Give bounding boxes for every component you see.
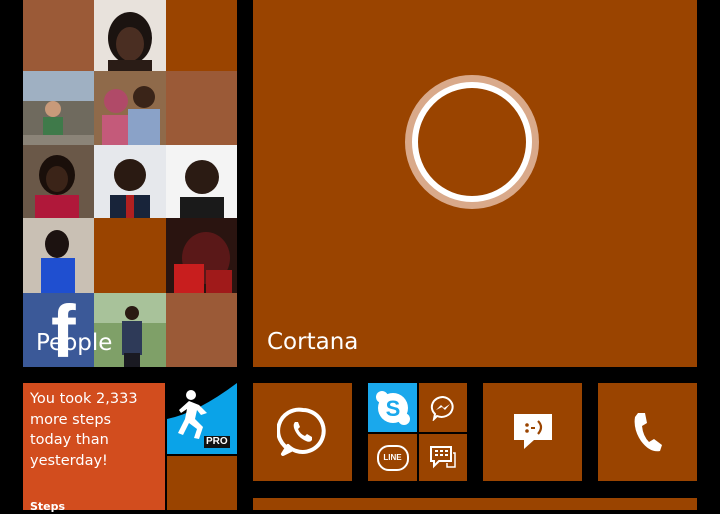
small-tile-empty[interactable]	[167, 456, 237, 510]
steps-app-label: Steps	[30, 500, 66, 513]
skype-icon: S	[375, 390, 410, 425]
contact-photo	[23, 218, 94, 293]
contact-photo	[166, 218, 237, 293]
svg-text:S: S	[385, 396, 400, 421]
phone-tile[interactable]	[598, 383, 697, 481]
messaging-tile[interactable]	[483, 383, 582, 481]
people-tile-label: People	[36, 330, 113, 356]
contact-photo	[94, 0, 166, 71]
people-cell-empty	[23, 0, 94, 71]
cortana-tile[interactable]: Cortana	[253, 0, 697, 367]
runner-pro-tile[interactable]: PRO	[167, 383, 237, 454]
whatsapp-icon	[276, 407, 326, 456]
contact-photo	[23, 71, 94, 145]
bbm-icon	[430, 445, 456, 468]
skype-tile[interactable]: S	[368, 383, 417, 432]
people-cell-empty	[94, 218, 166, 293]
people-cell-empty	[166, 293, 237, 367]
messenger-icon	[430, 395, 454, 421]
cortana-tile-label: Cortana	[267, 329, 359, 355]
phone-icon	[634, 413, 662, 452]
contact-photo	[23, 145, 94, 218]
line-tile[interactable]: LINE	[368, 434, 417, 481]
line-icon: LINE	[376, 444, 409, 471]
wide-tile-partial[interactable]	[253, 498, 697, 510]
people-cell-empty	[166, 0, 237, 71]
steps-tile[interactable]: You took 2,333 more steps today than yes…	[23, 383, 165, 513]
contact-photo	[166, 145, 237, 218]
cortana-ring-icon	[405, 75, 539, 209]
messaging-icon	[513, 414, 552, 449]
people-tile[interactable]: f People	[23, 0, 237, 367]
whatsapp-tile[interactable]	[253, 383, 352, 481]
line-label: LINE	[383, 453, 402, 462]
messenger-tile[interactable]	[419, 383, 467, 432]
pro-badge: PRO	[204, 436, 230, 448]
steps-message: You took 2,333 more steps today than yes…	[30, 391, 138, 469]
contact-photo	[94, 71, 166, 145]
people-cell-empty	[166, 71, 237, 145]
contact-photo	[94, 145, 166, 218]
bbm-tile[interactable]	[419, 434, 467, 481]
